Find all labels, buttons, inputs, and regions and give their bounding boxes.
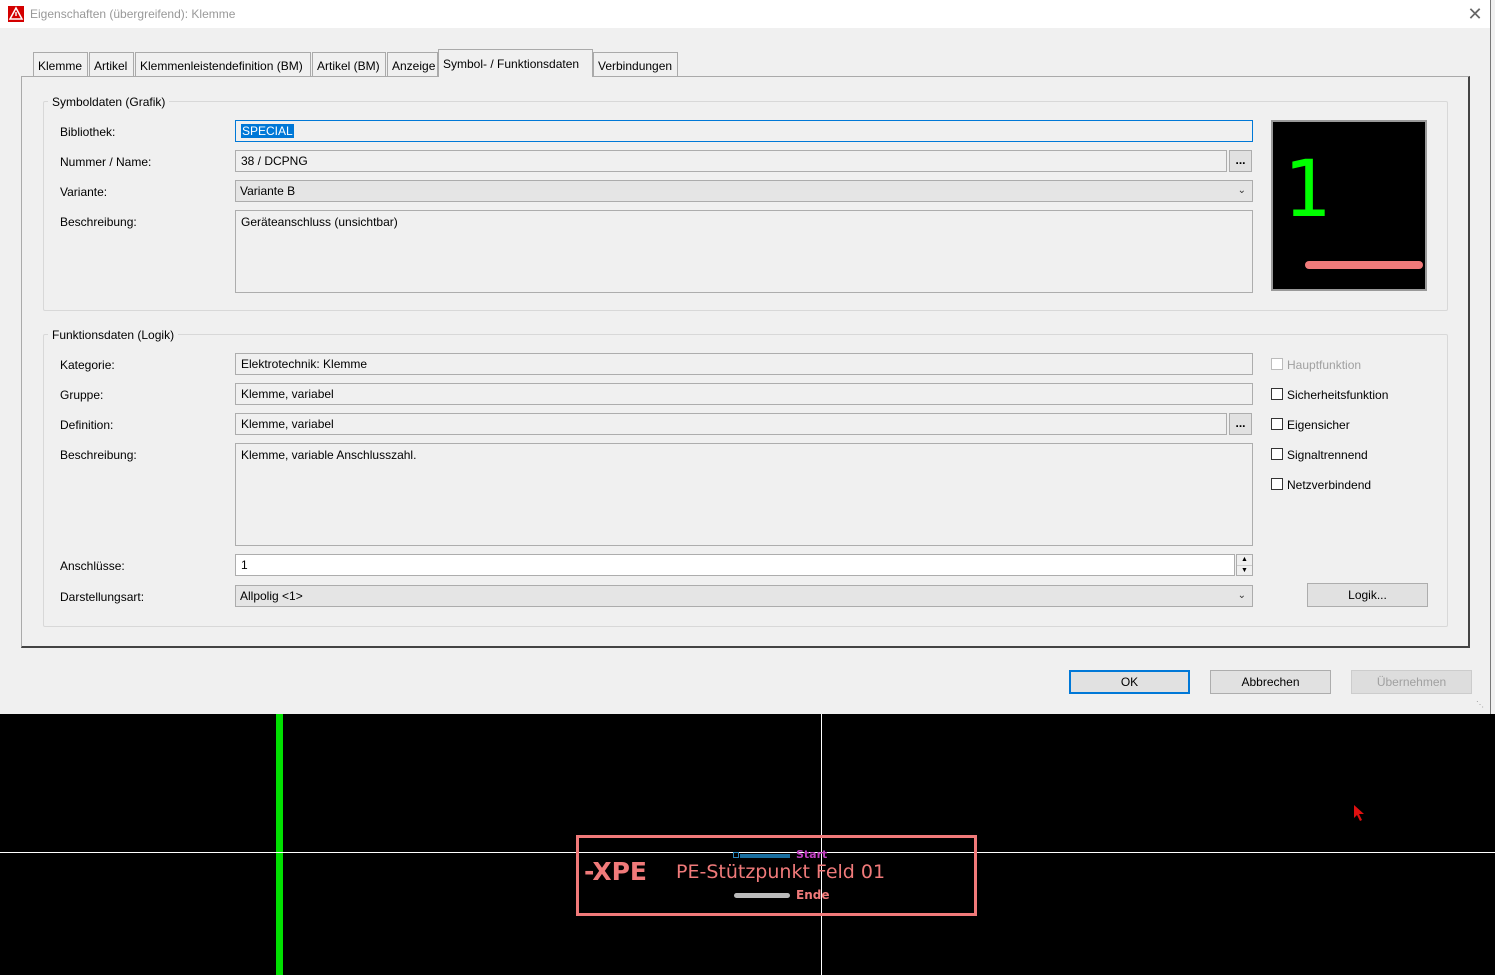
- logik-button[interactable]: Logik...: [1307, 583, 1428, 607]
- resize-grip-icon[interactable]: ⋱: [1476, 700, 1486, 710]
- anschluesse-label: Anschlüsse:: [60, 559, 125, 573]
- tab-klemme[interactable]: Klemme: [33, 52, 88, 76]
- variante-value: Variante B: [240, 184, 296, 198]
- tab-klemmenleistendefinition[interactable]: Klemmenleistendefinition (BM): [135, 52, 311, 76]
- signaltrennend-checkbox[interactable]: [1271, 448, 1283, 460]
- cad-canvas[interactable]: -XPE PE-Stützpunkt Feld 01 Start Ende: [0, 714, 1495, 975]
- start-label: Start: [796, 848, 828, 861]
- symbol-preview: 1: [1271, 120, 1427, 291]
- tab-verbindungen[interactable]: Verbindungen: [593, 52, 678, 76]
- variante-label: Variante:: [60, 185, 108, 199]
- ok-button[interactable]: OK: [1069, 670, 1190, 694]
- darstellung-dropdown[interactable]: Allpolig <1> ⌄: [235, 585, 1253, 607]
- chevron-down-icon: ⌄: [1237, 185, 1246, 196]
- preview-digit: 1: [1283, 145, 1330, 235]
- hauptfunktion-checkbox[interactable]: [1271, 358, 1283, 370]
- tab-anzeige[interactable]: Anzeige: [387, 52, 438, 76]
- signaltrennend-label: Signaltrennend: [1287, 448, 1368, 462]
- eigensicher-label: Eigensicher: [1287, 418, 1350, 432]
- definition-field[interactable]: Klemme, variabel: [235, 413, 1227, 435]
- netzverbindend-label: Netzverbindend: [1287, 478, 1372, 492]
- gruppe-label: Gruppe:: [60, 388, 104, 402]
- title-bar: Eigenschaften (übergreifend): Klemme ✕: [0, 0, 1490, 28]
- anschluesse-input[interactable]: 1: [235, 554, 1235, 576]
- hauptfunktion-label: Hauptfunktion: [1287, 358, 1362, 372]
- window-title: Eigenschaften (übergreifend): Klemme: [30, 7, 236, 21]
- nummer-browse-button[interactable]: ...: [1229, 150, 1252, 172]
- tab-symbol-funktionsdaten[interactable]: Symbol- / Funktionsdaten: [438, 49, 593, 77]
- close-icon[interactable]: ✕: [1462, 2, 1488, 26]
- app-warning-icon: [8, 6, 24, 22]
- tab-artikel-bm[interactable]: Artikel (BM): [312, 52, 386, 76]
- symbol-group-legend: Symboldaten (Grafik): [48, 95, 170, 109]
- nummer-field[interactable]: 38 / DCPNG: [235, 150, 1227, 172]
- bibliothek-field[interactable]: SPECIAL: [235, 120, 1253, 142]
- darstellung-value: Allpolig <1>: [240, 589, 303, 603]
- anschluesse-spinner[interactable]: ▲ ▼: [1236, 554, 1253, 576]
- symbol-beschreibung-field[interactable]: Geräteanschluss (unsichtbar): [235, 210, 1253, 293]
- cad-green-line: [276, 714, 283, 975]
- start-line: [740, 854, 790, 858]
- device-tag[interactable]: -XPE: [584, 857, 647, 886]
- darstellung-label: Darstellungsart:: [60, 590, 145, 604]
- kategorie-field[interactable]: Elektrotechnik: Klemme: [235, 353, 1253, 375]
- apply-button[interactable]: Übernehmen: [1351, 670, 1472, 694]
- bibliothek-label: Bibliothek:: [60, 125, 116, 139]
- sicherheitsfunktion-label: Sicherheitsfunktion: [1287, 388, 1389, 402]
- spin-up-icon[interactable]: ▲: [1237, 555, 1252, 565]
- funktion-beschreibung-label: Beschreibung:: [60, 448, 137, 462]
- end-line: [734, 893, 790, 898]
- end-label: Ende: [796, 888, 830, 902]
- variante-dropdown[interactable]: Variante B ⌄: [235, 180, 1253, 202]
- kategorie-label: Kategorie:: [60, 358, 115, 372]
- definition-label: Definition:: [60, 418, 114, 432]
- cancel-button[interactable]: Abbrechen: [1210, 670, 1331, 694]
- sicherheitsfunktion-checkbox[interactable]: [1271, 388, 1283, 400]
- nummer-label: Nummer / Name:: [60, 155, 152, 169]
- mouse-cursor-icon: [1354, 805, 1364, 821]
- netzverbindend-checkbox[interactable]: [1271, 478, 1283, 490]
- properties-dialog: Eigenschaften (übergreifend): Klemme ✕ K…: [0, 0, 1491, 715]
- funktion-beschreibung-field[interactable]: Klemme, variable Anschlusszahl.: [235, 443, 1253, 546]
- symbol-beschreibung-label: Beschreibung:: [60, 215, 137, 229]
- gruppe-field[interactable]: Klemme, variabel: [235, 383, 1253, 405]
- bibliothek-value: SPECIAL: [241, 124, 294, 138]
- function-group-legend: Funktionsdaten (Logik): [48, 328, 179, 342]
- definition-browse-button[interactable]: ...: [1229, 413, 1252, 435]
- tab-artikel[interactable]: Artikel: [89, 52, 134, 76]
- spin-down-icon[interactable]: ▼: [1237, 565, 1252, 576]
- eigensicher-checkbox[interactable]: [1271, 418, 1283, 430]
- preview-line: [1305, 261, 1423, 269]
- start-grip[interactable]: [733, 852, 739, 858]
- device-description[interactable]: PE-Stützpunkt Feld 01: [676, 861, 885, 883]
- chevron-down-icon: ⌄: [1237, 590, 1246, 601]
- background-window-edge: [1491, 0, 1495, 714]
